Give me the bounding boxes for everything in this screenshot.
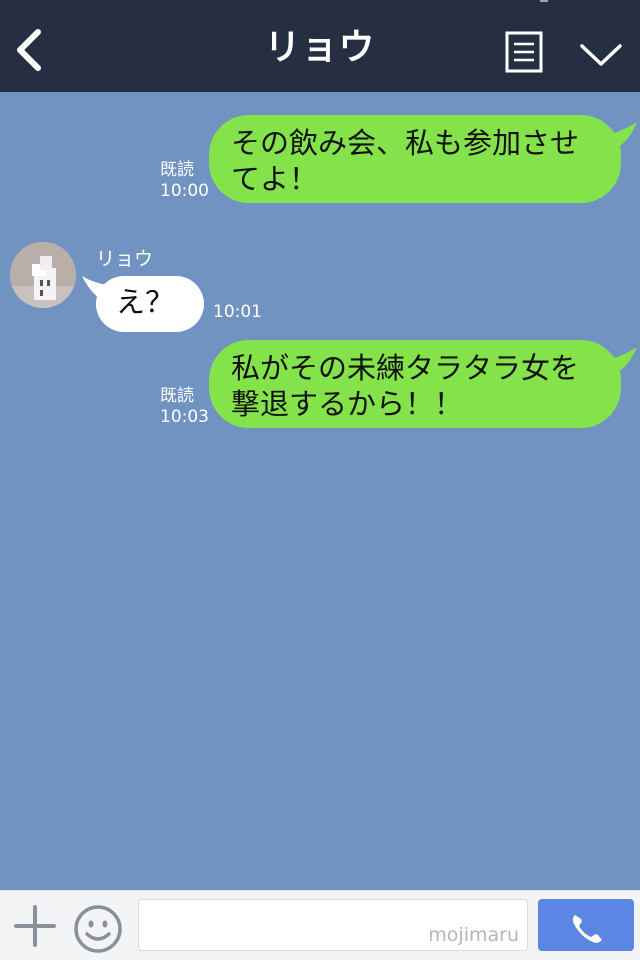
read-status: 既読 <box>160 160 194 180</box>
message-time: 10:01 <box>213 302 262 322</box>
message-input-bar: mojimaru <box>0 890 640 960</box>
plus-icon[interactable] <box>14 905 56 947</box>
message-1-meta: 既読 10:00 <box>160 160 209 202</box>
watermark: mojimaru <box>428 924 519 946</box>
phone-icon <box>572 915 602 943</box>
message-bubble-outgoing[interactable]: 私がその未練タラタラ女を撃退するから！！ <box>209 340 621 428</box>
message-time: 10:00 <box>160 181 209 201</box>
status-bar-indicator <box>540 0 548 2</box>
message-bubble-incoming[interactable]: え？ <box>96 276 204 332</box>
avatar[interactable] <box>10 242 76 308</box>
message-text: 私がその未練タラタラ女を撃退するから！！ <box>231 351 580 421</box>
message-time: 10:03 <box>160 407 209 427</box>
sender-name: リョウ <box>96 248 154 270</box>
chat-header: リョウ <box>0 0 640 92</box>
message-text: その飲み会、私も参加させてよ！ <box>231 126 580 196</box>
message-text: え？ <box>116 285 175 319</box>
bubble-tail <box>606 347 637 375</box>
menu-list-icon[interactable] <box>504 30 544 74</box>
chat-screen: リョウ 既読 10:00 その飲み会、私も参加させてよ！ リョウ え？ 10:0… <box>0 0 640 960</box>
message-input[interactable]: mojimaru <box>138 899 528 951</box>
chat-title: リョウ <box>264 27 376 68</box>
read-status: 既読 <box>160 386 194 406</box>
message-3-meta: 既読 10:03 <box>160 386 209 428</box>
avatar-image <box>10 242 76 308</box>
bubble-tail <box>606 122 637 150</box>
message-bubble-outgoing[interactable]: その飲み会、私も参加させてよ！ <box>209 115 621 203</box>
smile-icon[interactable] <box>72 903 124 955</box>
call-button[interactable] <box>538 899 634 951</box>
chevron-down-icon[interactable] <box>578 38 624 70</box>
